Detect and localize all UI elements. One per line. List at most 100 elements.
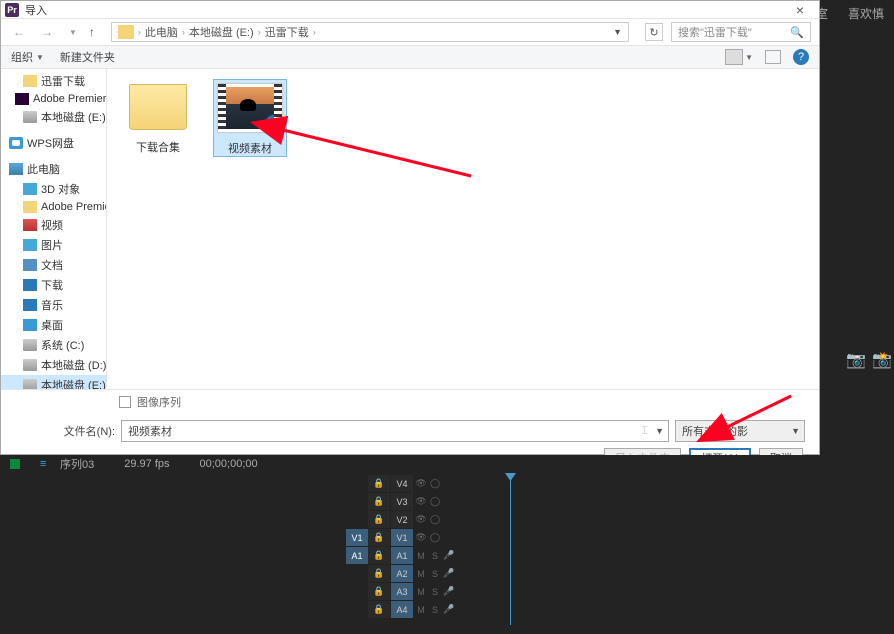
sequence-name: 序列03: [60, 456, 94, 472]
sidebar-item[interactable]: 本地磁盘 (E:): [1, 375, 106, 389]
timeline[interactable]: 🔒V4👁◯ 🔒V3👁◯ 🔒V2👁◯ V1🔒V1👁◯ A1🔒A1MS🎤 🔒A2MS…: [346, 475, 894, 625]
sidebar-item[interactable]: 下载: [1, 275, 106, 295]
mute-icon[interactable]: M: [415, 604, 427, 616]
pictures-icon: [23, 239, 37, 251]
sidebar-item[interactable]: 此电脑: [1, 159, 106, 179]
sidebar-item[interactable]: WPS网盘: [1, 133, 106, 153]
sidebar-item[interactable]: 迅雷下载: [1, 71, 106, 91]
sidebar-item[interactable]: 本地磁盘 (D:): [1, 355, 106, 375]
cloud-icon: [9, 137, 23, 149]
solo-icon[interactable]: S: [429, 586, 441, 598]
app-icon: Pr: [5, 3, 19, 17]
breadcrumb-dropdown-icon[interactable]: ▼: [613, 27, 622, 37]
dropdown-icon: ▼: [36, 53, 44, 62]
lock-icon[interactable]: 🔒: [368, 493, 390, 510]
view-mode-button[interactable]: [725, 49, 743, 65]
3d-icon: [23, 183, 37, 195]
mute-icon[interactable]: M: [415, 550, 427, 562]
track-v1[interactable]: V1🔒V1👁◯: [346, 529, 894, 546]
dropdown-icon[interactable]: ▼: [791, 426, 800, 436]
filetype-select[interactable]: 所有支持的影 ▼: [675, 420, 805, 442]
lock-icon[interactable]: 🔒: [368, 547, 390, 564]
track-a2[interactable]: 🔒A2MS🎤: [346, 565, 894, 582]
organize-button[interactable]: 组织 ▼: [11, 49, 44, 65]
file-item-video[interactable]: 视频素材: [213, 79, 287, 157]
search-input[interactable]: 搜索"迅雷下载" 🔍: [671, 22, 811, 42]
toggle-icon[interactable]: ◯: [429, 496, 441, 508]
close-icon[interactable]: ×: [785, 2, 815, 18]
lock-icon[interactable]: 🔒: [368, 511, 390, 528]
nav-up-icon[interactable]: ↑: [89, 25, 95, 39]
help-icon[interactable]: ?: [793, 49, 809, 65]
file-label: 下载合集: [136, 139, 180, 155]
refresh-button[interactable]: ↻: [645, 23, 663, 41]
search-icon[interactable]: 🔍: [790, 26, 804, 39]
toggle-icon[interactable]: ◯: [429, 514, 441, 526]
eye-icon[interactable]: 👁: [415, 478, 427, 490]
sidebar-item[interactable]: 文档: [1, 255, 106, 275]
toggle-icon[interactable]: ◯: [429, 532, 441, 544]
breadcrumb-part[interactable]: 此电脑: [145, 24, 178, 40]
file-label: 视频素材: [228, 140, 272, 156]
lock-icon[interactable]: 🔒: [368, 529, 390, 546]
track-a4[interactable]: 🔒A4MS🎤: [346, 601, 894, 618]
breadcrumb-part[interactable]: 迅雷下载: [265, 24, 309, 40]
camera-icon[interactable]: 📷: [846, 350, 860, 362]
eye-icon[interactable]: 👁: [415, 496, 427, 508]
solo-icon[interactable]: S: [429, 550, 441, 562]
mute-icon[interactable]: M: [415, 568, 427, 580]
eye-icon[interactable]: 👁: [415, 514, 427, 526]
import-dialog: Pr 导入 × ← → ▼ ↑ › 此电脑 › 本地磁盘 (E:) › 迅雷下载…: [0, 0, 820, 455]
sidebar-item[interactable]: Adobe Premiere: [1, 91, 106, 107]
disk-icon: [23, 339, 37, 351]
dropdown-icon[interactable]: ▼: [655, 426, 664, 436]
track-v4[interactable]: 🔒V4👁◯: [346, 475, 894, 492]
nav-recent-dropdown[interactable]: ▼: [65, 28, 81, 37]
solo-icon[interactable]: S: [429, 604, 441, 616]
sidebar-item[interactable]: Adobe Premier: [1, 199, 106, 215]
sidebar-item[interactable]: 图片: [1, 235, 106, 255]
fps-value: 29.97 fps: [124, 458, 169, 470]
sidebar-item[interactable]: 本地磁盘 (E:): [1, 107, 106, 127]
solo-icon[interactable]: S: [429, 568, 441, 580]
sidebar-item[interactable]: 视频: [1, 215, 106, 235]
nav-back-icon[interactable]: ←: [9, 25, 29, 39]
sidebar-item[interactable]: 桌面: [1, 315, 106, 335]
camera-icon[interactable]: 📸: [872, 350, 886, 362]
sidebar-item[interactable]: 3D 对象: [1, 179, 106, 199]
image-sequence-label: 图像序列: [137, 394, 181, 410]
bg-menu-item[interactable]: 喜欢慎: [848, 5, 884, 22]
track-v2[interactable]: 🔒V2👁◯: [346, 511, 894, 528]
filename-label: 文件名(N):: [15, 423, 115, 439]
new-folder-button[interactable]: 新建文件夹: [60, 49, 115, 65]
mute-icon[interactable]: M: [415, 586, 427, 598]
playhead[interactable]: [510, 475, 511, 625]
file-item-folder[interactable]: 下载合集: [121, 79, 195, 155]
preview-pane-button[interactable]: [765, 50, 781, 64]
mic-icon[interactable]: 🎤: [443, 550, 455, 562]
dropdown-icon[interactable]: ▼: [745, 53, 753, 62]
sidebar-item[interactable]: 音乐: [1, 295, 106, 315]
file-list[interactable]: 下载合集 视频素材: [107, 69, 819, 389]
lock-icon[interactable]: 🔒: [368, 583, 390, 600]
eye-icon[interactable]: 👁: [415, 532, 427, 544]
mic-icon[interactable]: 🎤: [443, 568, 455, 580]
filename-input[interactable]: 视频素材 ⌶ ▼: [121, 420, 669, 442]
lock-icon[interactable]: 🔒: [368, 601, 390, 618]
breadcrumb-sep: ›: [138, 27, 141, 37]
breadcrumb[interactable]: › 此电脑 › 本地磁盘 (E:) › 迅雷下载 › ▼: [111, 22, 629, 42]
sidebar-item[interactable]: 系统 (C:): [1, 335, 106, 355]
video-thumbnail: [218, 84, 282, 132]
toggle-icon[interactable]: ◯: [429, 478, 441, 490]
image-sequence-checkbox[interactable]: [119, 396, 131, 408]
mic-icon[interactable]: 🎤: [443, 586, 455, 598]
track-a1[interactable]: A1🔒A1MS🎤: [346, 547, 894, 564]
mic-icon[interactable]: 🎤: [443, 604, 455, 616]
track-a3[interactable]: 🔒A3MS🎤: [346, 583, 894, 600]
lock-icon[interactable]: 🔒: [368, 565, 390, 582]
track-v3[interactable]: 🔒V3👁◯: [346, 493, 894, 510]
sequence-icon[interactable]: ≡: [40, 458, 54, 470]
lock-icon[interactable]: 🔒: [368, 475, 390, 492]
breadcrumb-part[interactable]: 本地磁盘 (E:): [189, 24, 254, 40]
music-icon: [23, 299, 37, 311]
